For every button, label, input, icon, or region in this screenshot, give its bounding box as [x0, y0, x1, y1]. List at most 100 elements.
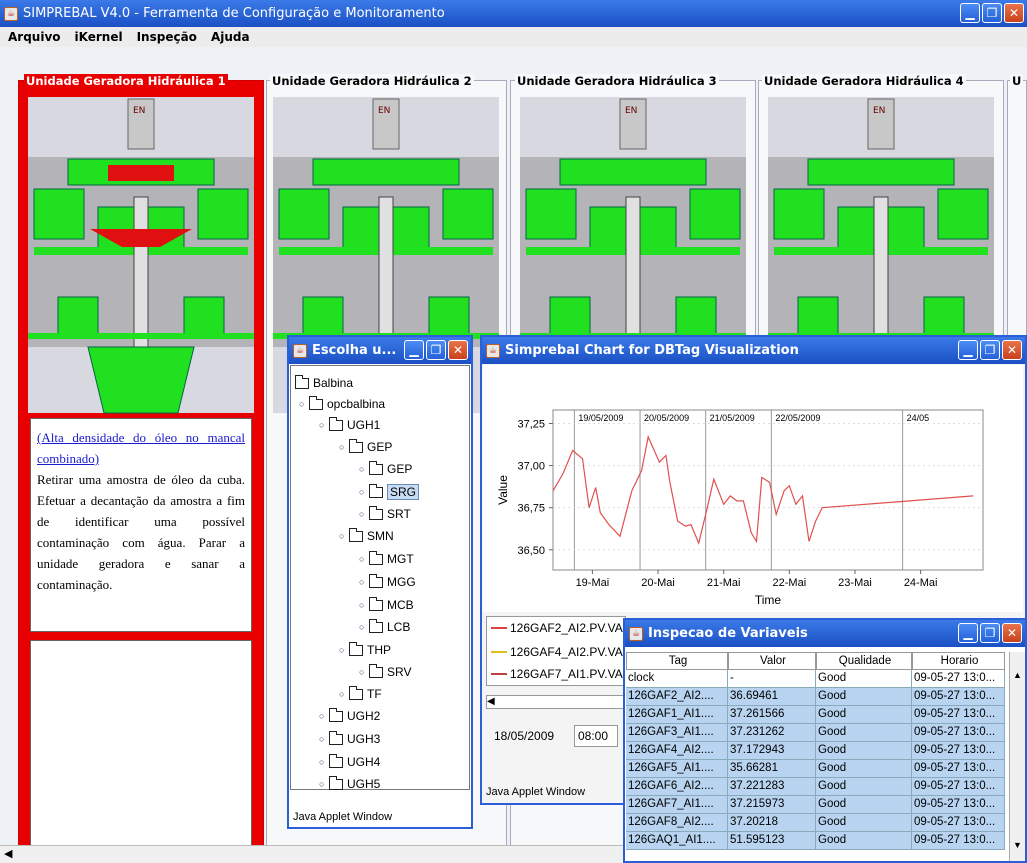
empty-panel	[30, 640, 252, 850]
tree-node[interactable]: ○ TF	[339, 685, 382, 701]
column-header[interactable]: Valor	[728, 652, 816, 670]
tree-node[interactable]: ○ THP	[339, 641, 391, 657]
table-scrollbar[interactable]: ▲ ▼	[1009, 652, 1025, 861]
plot-frame	[552, 409, 984, 571]
table-row[interactable]: 126GAF8_AI2.... 37.20218 Good 09-05-27 13:0…	[626, 814, 1005, 832]
table-cell: 09-05-27 13:0...	[912, 706, 1005, 724]
tree-window-footer: Java Applet Window	[293, 811, 393, 823]
table-cell: 126GAF2_AI2....	[626, 688, 728, 706]
tree-node[interactable]: ○ MGT	[359, 550, 414, 566]
tree-node[interactable]: ○ UGH1	[319, 416, 380, 432]
column-header[interactable]: Qualidade	[816, 652, 912, 670]
y-tick-label: 36,75	[517, 503, 545, 515]
maximize-button[interactable]: ❐	[426, 340, 446, 360]
tree-node[interactable]: ○ MGG	[359, 573, 416, 589]
maximize-button[interactable]: ❐	[980, 340, 1000, 360]
table-row[interactable]: 126GAF7_AI1.... 37.215973 Good 09-05-27 13:…	[626, 796, 1005, 814]
chart-window-footer: Java Applet Window	[486, 786, 586, 798]
table-cell: 126GAQ1_AI1....	[626, 832, 728, 850]
inspect-window-title: Inspecao de Variaveis	[648, 626, 808, 641]
column-header[interactable]: Horario	[912, 652, 1005, 670]
tree-node[interactable]: ○ opcbalbina	[299, 395, 385, 411]
folder-icon	[369, 483, 383, 498]
table-cell: 36.69461	[728, 688, 816, 706]
legend-item: 126GAF7_AI1.PV.VAL	[491, 667, 629, 681]
java-icon: ☕	[486, 343, 500, 358]
table-row[interactable]: 126GAF5_AI1.... 35.66281 Good 09-05-27 13:0…	[626, 760, 1005, 778]
close-button[interactable]: ✕	[448, 340, 468, 360]
table-cell: 09-05-27 13:0...	[912, 742, 1005, 760]
chart-scrollbar[interactable]: ◀	[486, 695, 631, 709]
tree-node[interactable]: ○ UGH2	[319, 707, 380, 723]
table-cell: 35.66281	[728, 760, 816, 778]
close-button[interactable]: ✕	[1002, 623, 1022, 643]
table-cell: 37.215973	[728, 796, 816, 814]
table-header: Tag Valor Qualidade Horario	[626, 652, 1005, 670]
table-cell: 09-05-27 13:0...	[912, 670, 1005, 688]
folder-icon	[329, 775, 343, 790]
tree-node[interactable]: ○ SMN	[339, 527, 394, 543]
table-cell: 09-05-27 13:0...	[912, 688, 1005, 706]
tree-node[interactable]: ○ UGH5	[319, 775, 380, 791]
table-row[interactable]: 126GAF1_AI1.... 37.261566 Good 09-05-27 13:…	[626, 706, 1005, 724]
table-row[interactable]: clock - Good 09-05-27 13:0...	[626, 670, 1005, 688]
folder-icon	[369, 505, 383, 520]
table-cell: Good	[816, 670, 912, 688]
chart-time-field[interactable]: 08:00	[574, 725, 618, 747]
table-row[interactable]: 126GAF3_AI1.... 37.231262 Good 09-05-27 13:…	[626, 724, 1005, 742]
diagnosis-text: Retirar uma amostra de óleo da cuba. Efe…	[37, 472, 245, 592]
tree-node[interactable]: ○ SRG	[359, 483, 420, 500]
inspect-window-title-bar[interactable]: ☕ Inspecao de Variaveis ▁ ❐ ✕	[625, 620, 1025, 647]
table-cell: 126GAF7_AI1....	[626, 796, 728, 814]
folder-icon	[369, 618, 383, 633]
folder-icon	[329, 416, 343, 431]
x-tick-label: 24-Mai	[904, 577, 938, 589]
table-cell: 126GAF3_AI1....	[626, 724, 728, 742]
scroll-up-icon[interactable]: ▲	[1010, 670, 1025, 680]
folder-icon	[369, 663, 383, 678]
tree-node[interactable]: ○ UGH4	[319, 753, 380, 769]
table-row[interactable]: 126GAQ1_AI1.... 51.595123 Good 09-05-27 13:…	[626, 832, 1005, 850]
chart-legend: 126GAF2_AI2.PV.VAL 126GAF4_AI2.PV.VAL 12…	[486, 616, 629, 686]
legend-item: 126GAF4_AI2.PV.VAL	[491, 645, 629, 659]
close-button[interactable]: ✕	[1002, 340, 1022, 360]
scroll-left-icon[interactable]: ◀	[487, 696, 495, 707]
chart-window-title-bar[interactable]: ☕ Simprebal Chart for DBTag Visualizatio…	[482, 337, 1025, 364]
tree-node[interactable]: ○ UGH3	[319, 730, 380, 746]
folder-icon	[309, 395, 323, 410]
folder-icon	[349, 641, 363, 656]
minimize-button[interactable]: ▁	[404, 340, 424, 360]
tree-node[interactable]: ○ GEP	[339, 438, 392, 454]
date-marker-label: 21/05/2009	[710, 413, 755, 423]
tree-window-title-bar[interactable]: ☕ Escolha u... ▁ ❐ ✕	[289, 337, 471, 364]
table-row[interactable]: 126GAF4_AI2.... 37.172943 Good 09-05-27 13:…	[626, 742, 1005, 760]
minimize-button[interactable]: ▁	[958, 340, 978, 360]
folder-icon	[349, 685, 363, 700]
table-cell: Good	[816, 742, 912, 760]
tree-node[interactable]: ○ MCB	[359, 596, 414, 612]
diagnosis-link[interactable]: (Alta densidade do óleo no mancal combin…	[37, 430, 245, 466]
tree-node[interactable]: ○ LCB	[359, 618, 410, 634]
tree-node[interactable]: Balbina	[295, 374, 353, 390]
date-marker-label: 19/05/2009	[578, 413, 623, 423]
scroll-left-icon[interactable]: ◀	[4, 847, 12, 860]
table-cell: 09-05-27 13:0...	[912, 778, 1005, 796]
tree-node[interactable]: ○ GEP	[359, 460, 412, 476]
column-header[interactable]: Tag	[626, 652, 728, 670]
tree-node[interactable]: ○ SRV	[359, 663, 411, 679]
minimize-button[interactable]: ▁	[958, 623, 978, 643]
diagnosis-panel: (Alta densidade do óleo no mancal combin…	[30, 418, 252, 632]
scroll-down-icon[interactable]: ▼	[1010, 840, 1025, 850]
table-cell: 09-05-27 13:0...	[912, 832, 1005, 850]
tag-tree[interactable]: Balbina ○ opcbalbina ○ UGH1 ○ GEP ○ GEP ○ SRG…	[290, 365, 470, 791]
table-cell: 37.221283	[728, 778, 816, 796]
table-cell: 09-05-27 13:0...	[912, 796, 1005, 814]
table-row[interactable]: 126GAF2_AI2.... 36.69461 Good 09-05-27 13:0…	[626, 688, 1005, 706]
x-tick-label: 23-Mai	[838, 577, 872, 589]
tree-node[interactable]: ○ SRT	[359, 505, 411, 521]
maximize-button[interactable]: ❐	[980, 623, 1000, 643]
table-row[interactable]: 126GAF6_AI2.... 37.221283 Good 09-05-27 13:…	[626, 778, 1005, 796]
chart-date-field[interactable]: 18/05/2009	[494, 729, 554, 743]
y-axis-label: Value	[496, 475, 510, 505]
table-cell: 09-05-27 13:0...	[912, 760, 1005, 778]
